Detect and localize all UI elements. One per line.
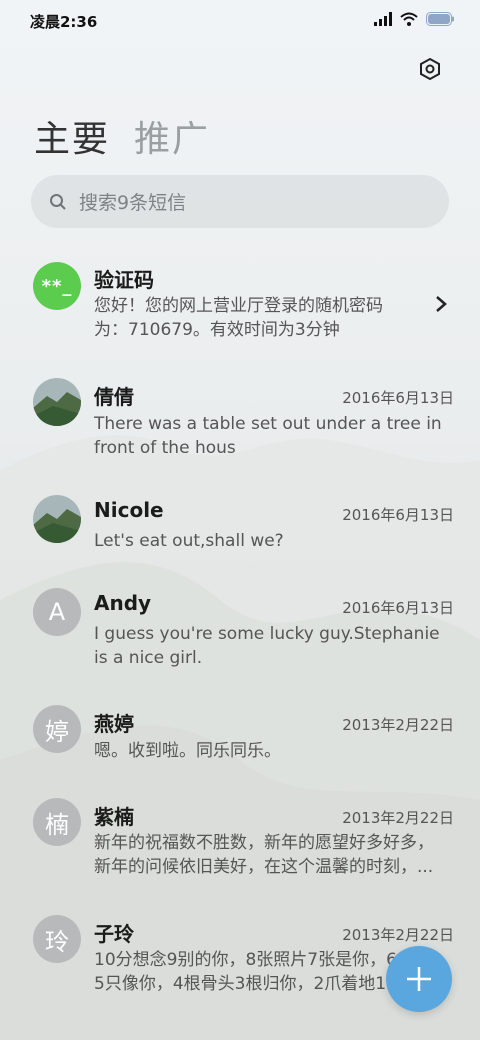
hexagon-settings-icon bbox=[420, 57, 440, 81]
contact-name: Andy bbox=[94, 591, 152, 615]
conversation-row-verification[interactable]: **_ 验证码 您好！您的网上营业厅登录的随机密码为：710679。有效时间为3… bbox=[0, 258, 480, 358]
message-preview-line: 新年的问候依旧美好，在这个温馨的时刻，... bbox=[94, 857, 434, 877]
letter-avatar: A bbox=[33, 588, 81, 636]
conversation-row[interactable]: 婷 燕婷 2013年2月22日 嗯。收到啦。同乐同乐。 bbox=[0, 702, 480, 802]
landscape-photo-icon bbox=[33, 495, 81, 543]
search-icon bbox=[50, 193, 66, 210]
landscape-photo-icon bbox=[33, 378, 81, 426]
status-icons bbox=[374, 12, 454, 26]
chevron-right-icon[interactable] bbox=[432, 294, 450, 314]
plus-icon bbox=[407, 967, 431, 991]
tab-primary[interactable]: 主要 bbox=[34, 110, 110, 162]
contact-name: 燕婷 bbox=[94, 712, 134, 736]
message-date: 2013年2月22日 bbox=[342, 716, 454, 734]
message-date: 2016年6月13日 bbox=[342, 506, 454, 524]
letter-avatar: 婷 bbox=[33, 705, 81, 753]
contact-name: 倩倩 bbox=[94, 385, 134, 409]
signal-icon bbox=[374, 12, 392, 26]
conversation-row[interactable]: 倩倩 2016年6月13日 There was a table set out … bbox=[0, 375, 480, 475]
message-date: 2016年6月13日 bbox=[342, 599, 454, 617]
message-date: 2013年2月22日 bbox=[342, 809, 454, 827]
conversation-row[interactable]: Nicole 2016年6月13日 Let's eat out,shall we… bbox=[0, 492, 480, 592]
conversation-row[interactable]: 楠 紫楠 2013年2月22日 新年的祝福数不胜数，新年的愿望好多好多， 新年的… bbox=[0, 795, 480, 895]
wifi-icon bbox=[400, 12, 418, 26]
letter-avatar: 楠 bbox=[33, 798, 81, 846]
search-placeholder: 搜索9条短信 bbox=[79, 192, 187, 214]
tab-promotions[interactable]: 推广 bbox=[134, 110, 210, 162]
contact-photo-avatar bbox=[33, 495, 81, 543]
tab-bar: 主要 推广 bbox=[34, 110, 210, 162]
message-date: 2016年6月13日 bbox=[342, 389, 454, 407]
message-preview: 您好！您的网上营业厅登录的随机密码为：710679。有效时间为3分钟 bbox=[94, 296, 383, 340]
contact-name: Nicole bbox=[94, 498, 164, 522]
contact-name: 子玲 bbox=[94, 922, 134, 946]
status-bar: 凌晨2:36 bbox=[0, 0, 480, 42]
message-preview: I guess you're some lucky guy.Stephanie … bbox=[94, 624, 440, 668]
new-message-button[interactable] bbox=[386, 946, 452, 1012]
message-preview-line: 新年的祝福数不胜数，新年的愿望好多好多， bbox=[94, 833, 434, 853]
contact-name: 验证码 bbox=[94, 268, 154, 292]
contact-photo-avatar bbox=[33, 378, 81, 426]
verification-avatar: **_ bbox=[33, 262, 81, 310]
settings-button[interactable] bbox=[416, 55, 444, 83]
status-time: 凌晨2:36 bbox=[30, 13, 98, 31]
message-date: 2013年2月22日 bbox=[342, 926, 454, 944]
letter-avatar: 玲 bbox=[33, 915, 81, 963]
message-preview: Let's eat out,shall we? bbox=[94, 531, 284, 551]
battery-icon bbox=[426, 12, 454, 26]
conversation-row[interactable]: A Andy 2016年6月13日 I guess you're some lu… bbox=[0, 585, 480, 685]
contact-name: 紫楠 bbox=[94, 805, 134, 829]
message-preview: There was a table set out under a tree i… bbox=[94, 414, 442, 458]
message-preview: 嗯。收到啦。同乐同乐。 bbox=[94, 741, 281, 761]
search-input[interactable]: 搜索9条短信 bbox=[31, 175, 449, 228]
